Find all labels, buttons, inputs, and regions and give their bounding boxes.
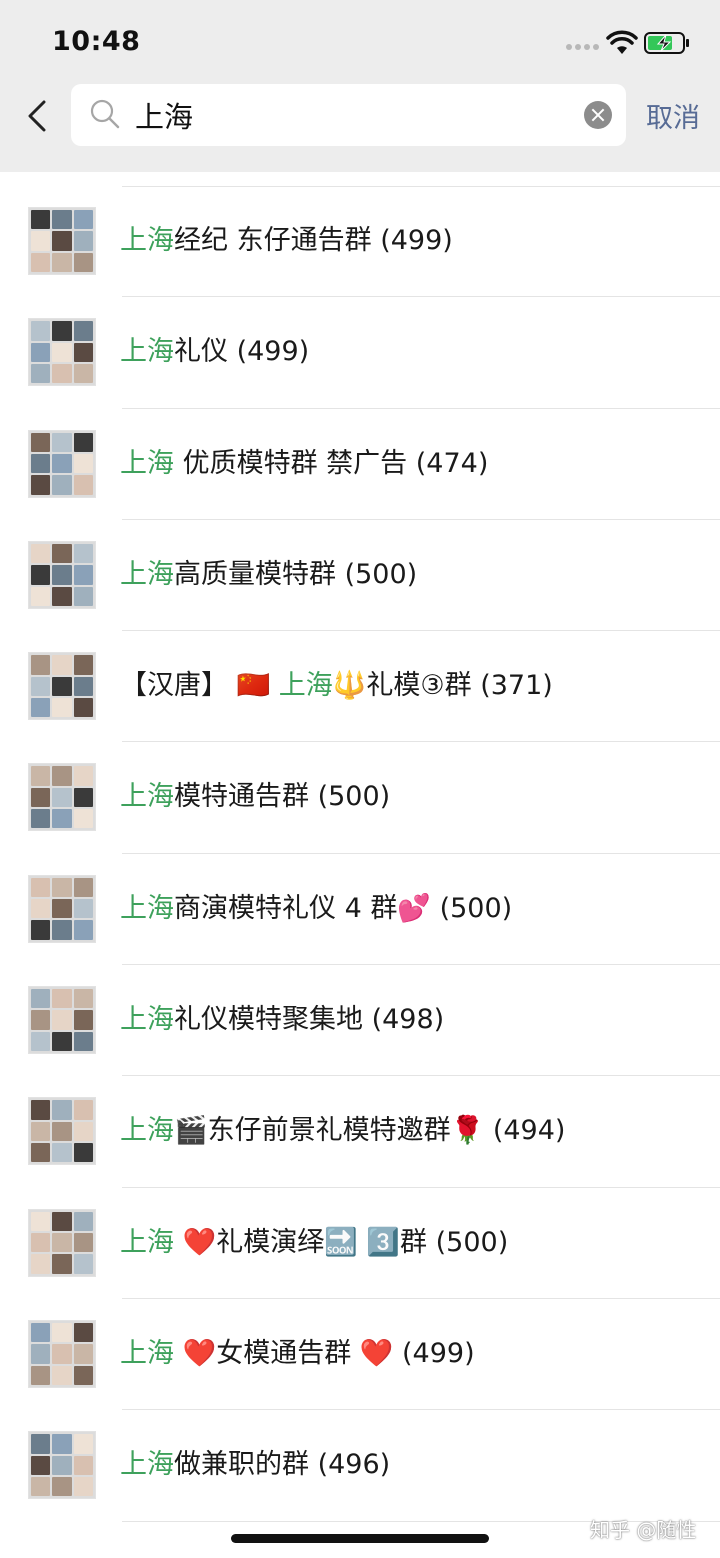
search-header: 取消 (0, 84, 720, 172)
member-count: (498) (371, 1004, 445, 1036)
group-list-item[interactable]: 上海商演模特礼仪 4 群💕 (500) (0, 854, 720, 966)
group-name-text: 高质量模特群 (174, 558, 336, 590)
group-name: 上海商演模特礼仪 4 群💕 (500) (120, 890, 512, 928)
group-list-item[interactable]: 上海模特通告群 (500) (0, 742, 720, 854)
member-count: (500) (435, 1226, 509, 1258)
group-name: 上海模特通告群 (500) (120, 778, 390, 816)
member-count: (499) (402, 1337, 475, 1369)
group-avatar (28, 763, 96, 832)
group-list-item[interactable]: 上海 ❤️礼模演绎🔜 3️⃣群 (500) (0, 1188, 720, 1299)
group-name-text: 做兼职的群 (174, 1449, 309, 1481)
group-name-highlight: 上海 (120, 892, 174, 924)
cellular-signal-icon (566, 44, 599, 50)
member-count: (500) (317, 781, 391, 813)
status-time: 10:48 (52, 26, 141, 57)
group-name-text: 模特通告群 (174, 781, 309, 813)
group-list-item[interactable]: 上海经纪 东仔通告群 (499) (0, 186, 720, 298)
group-avatar (28, 652, 96, 721)
group-list-item[interactable]: 上海🎬东仔前景礼模特邀群🌹 (494) (0, 1076, 720, 1188)
search-icon (90, 99, 120, 129)
group-list-item[interactable]: 上海礼仪模特聚集地 (498) (0, 965, 720, 1077)
group-name: 上海🎬东仔前景礼模特邀群🌹 (494) (120, 1112, 565, 1150)
watermark: 知乎 @随性 (590, 1518, 697, 1542)
group-name-text: 经纪 东仔通告群 (174, 225, 372, 256)
home-indicator (231, 1534, 489, 1543)
group-avatar (28, 207, 96, 275)
group-name-highlight: 上海 (120, 1337, 174, 1369)
group-list-item[interactable]: 上海 优质模特群 禁广告 (474) (0, 409, 720, 520)
battery-charging-icon (644, 32, 689, 54)
member-count: (500) (439, 892, 513, 924)
group-name-highlight: 上海 (120, 447, 174, 479)
group-avatar (28, 540, 96, 609)
member-count: (500) (344, 558, 418, 590)
group-name-highlight: 上海 (120, 336, 174, 368)
group-avatar (28, 1097, 96, 1166)
group-name-text: 优质模特群 禁广告 (174, 447, 408, 479)
group-name-highlight: 上海 (120, 1115, 174, 1147)
group-name-text: 商演模特礼仪 4 群💕 (174, 892, 431, 924)
group-avatar (28, 318, 96, 387)
group-name-prefix: 【汉唐】 🇨🇳 (120, 670, 279, 702)
group-name-highlight: 上海 (278, 670, 333, 702)
wifi-icon (606, 30, 638, 54)
group-name: 上海经纪 东仔通告群 (499) (120, 222, 453, 260)
group-name: 上海高质量模特群 (500) (120, 556, 417, 594)
group-avatar (28, 1319, 96, 1388)
group-list-item[interactable]: 上海做兼职的群 (496) (0, 1410, 720, 1522)
member-count: (474) (415, 447, 489, 479)
group-name-text: ❤️礼模演绎🔜 3️⃣群 (174, 1226, 428, 1258)
member-count: (494) (492, 1115, 566, 1147)
search-box[interactable] (71, 84, 626, 146)
group-avatar (28, 874, 96, 943)
group-name: 【汉唐】 🇨🇳 上海🔱礼模③群 (371) (120, 667, 553, 705)
group-name-highlight: 上海 (120, 1004, 174, 1036)
group-name: 上海 优质模特群 禁广告 (474) (120, 445, 488, 483)
group-name: 上海礼仪模特聚集地 (498) (120, 1001, 444, 1039)
back-arrow-icon[interactable] (22, 94, 56, 138)
group-name-text: 礼仪 (174, 336, 228, 368)
member-count: (499) (380, 225, 453, 256)
member-count: (499) (236, 336, 310, 368)
group-name-text: 礼仪模特聚集地 (174, 1004, 363, 1036)
group-avatar (28, 1208, 96, 1277)
group-name-text: 🎬东仔前景礼模特邀群🌹 (174, 1115, 485, 1147)
group-name-highlight: 上海 (120, 1226, 174, 1258)
member-count: (496) (317, 1449, 391, 1481)
group-name-highlight: 上海 (120, 781, 174, 813)
group-name: 上海 ❤️女模通告群 ❤️ (499) (120, 1335, 475, 1373)
group-name-highlight: 上海 (120, 558, 174, 590)
group-list-item[interactable]: 上海 ❤️女模通告群 ❤️ (499) (0, 1299, 720, 1411)
group-list: 上海经纪 东仔通告群 (499) 上海礼仪 (499) 上海 优质模特群 禁广告 (… (0, 186, 720, 1522)
search-input[interactable] (135, 92, 575, 138)
group-list-item[interactable]: 上海礼仪 (499) (0, 297, 720, 409)
group-list-item[interactable]: 上海高质量模特群 (500) (0, 520, 720, 632)
group-avatar (28, 986, 96, 1055)
group-name: 上海礼仪 (499) (120, 333, 309, 371)
group-avatar (28, 1431, 96, 1500)
cancel-button[interactable]: 取消 (646, 96, 700, 135)
group-avatar (28, 429, 96, 498)
member-count: (371) (480, 670, 553, 702)
group-name: 上海做兼职的群 (496) (120, 1446, 390, 1484)
group-name-text: 🔱礼模③群 (332, 670, 472, 702)
group-name: 上海 ❤️礼模演绎🔜 3️⃣群 (500) (120, 1224, 508, 1262)
group-name-highlight: 上海 (120, 225, 174, 256)
status-bar: 10:48 (0, 0, 720, 84)
group-name-highlight: 上海 (120, 1449, 174, 1481)
clear-search-icon[interactable] (584, 101, 612, 129)
group-name-text: ❤️女模通告群 ❤️ (174, 1337, 394, 1369)
group-list-item[interactable]: 【汉唐】 🇨🇳 上海🔱礼模③群 (371) (0, 631, 720, 743)
